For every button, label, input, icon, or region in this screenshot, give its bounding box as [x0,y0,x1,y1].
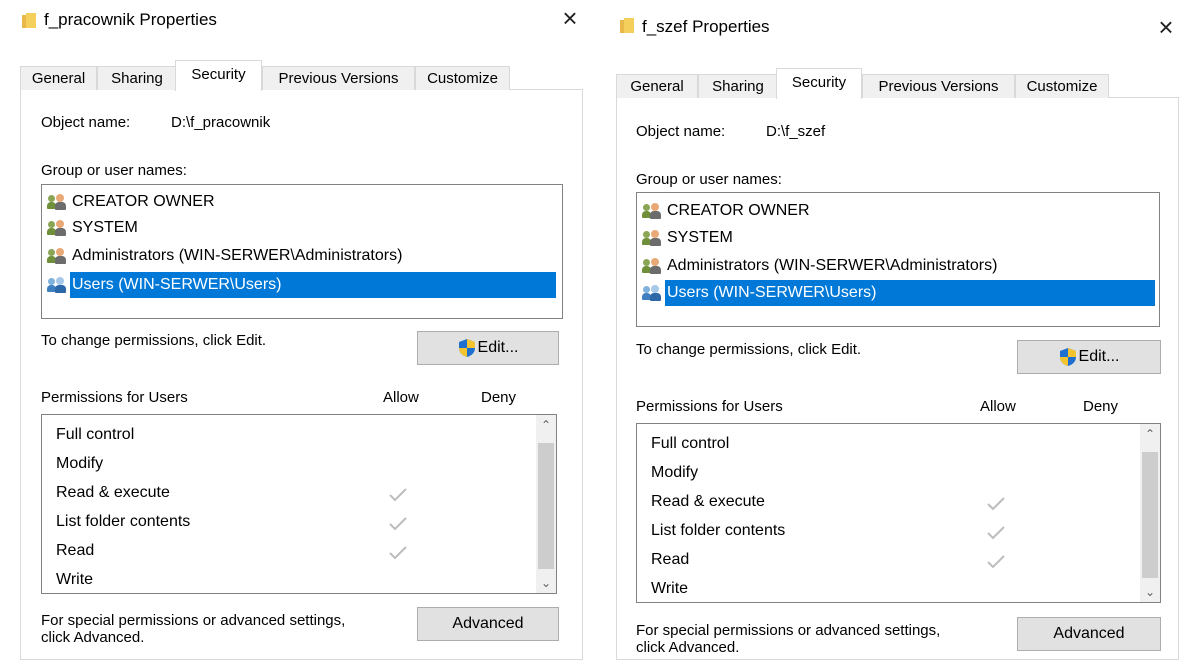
user-item-creator-owner[interactable]: CREATOR OWNER [642,198,1153,224]
tab-security[interactable]: Security [776,68,862,99]
permissions-for-label: Permissions for Users [636,398,783,415]
allow-column-header: Allow [383,389,419,406]
title-bar: f_szef Properties × [598,0,1181,42]
scrollbar-thumb[interactable] [538,443,554,569]
users-icon [47,248,70,264]
users-icon [642,203,665,219]
user-item-creator-owner[interactable]: CREATOR OWNER [47,189,558,215]
permission-list-folder-contents: List folder contents [651,522,786,539]
tab-general[interactable]: General [20,66,97,90]
object-name-value: D:\f_pracownik [171,114,271,131]
tab-sharing[interactable]: Sharing [97,66,177,90]
permission-read: Read [651,551,690,568]
tab-security[interactable]: Security [175,60,262,91]
users-icon [642,258,665,274]
chevron-down-icon[interactable]: ⌄ [536,573,556,593]
edit-button[interactable]: Edit... [417,331,559,365]
tab-customize[interactable]: Customize [1015,74,1109,98]
user-item-users[interactable]: Users (WIN-SERWER\Users) [642,280,1159,306]
group-or-user-names-label: Group or user names: [41,162,187,179]
permission-write: Write [56,571,94,588]
chevron-down-icon[interactable]: ⌄ [1140,582,1160,602]
users-icon [47,194,70,210]
special-permissions-hint: For special permissions or advanced sett… [636,622,941,656]
user-list: CREATOR OWNER SYSTEM Administrators (WIN… [636,192,1160,327]
title-bar: f_pracownik Properties × [0,0,590,40]
permissions-scrollbar[interactable]: ⌃ ⌄ [536,415,556,593]
edit-button-label: Edit... [477,339,519,356]
tab-general[interactable]: General [616,74,698,98]
change-permissions-hint: To change permissions, click Edit. [41,332,267,349]
dialog-title: f_szef Properties [642,17,770,36]
permission-modify: Modify [651,464,699,481]
special-permissions-hint: For special permissions or advanced sett… [41,612,346,646]
allow-check-icon [987,526,1005,540]
close-icon[interactable]: × [1151,12,1181,42]
properties-dialog-f-szef: f_szef Properties × General Sharing Secu… [598,0,1181,660]
user-item-administrators[interactable]: Administrators (WIN-SERWER\Administrator… [47,243,558,269]
tab-previous-versions[interactable]: Previous Versions [862,74,1015,98]
advanced-button[interactable]: Advanced [417,607,559,641]
users-icon [642,230,665,246]
uac-shield-icon [1059,347,1076,366]
users-icon [47,277,70,293]
users-icon [642,285,665,301]
permission-full-control: Full control [56,426,135,443]
user-item-system[interactable]: SYSTEM [47,215,558,241]
folder-icon [620,18,634,33]
close-icon[interactable]: × [555,3,585,33]
permission-read-execute: Read & execute [56,484,170,501]
object-name-label: Object name: [41,114,131,131]
tab-customize[interactable]: Customize [415,66,510,90]
permissions-list: Full control Modify Read & execute List … [636,423,1161,603]
user-item-system[interactable]: SYSTEM [642,225,1153,251]
allow-check-icon [987,497,1005,511]
object-name-value: D:\f_szef [766,123,826,140]
allow-check-icon [987,555,1005,569]
allow-check-icon [389,488,407,502]
permission-modify: Modify [56,455,104,472]
edit-button[interactable]: Edit... [1017,340,1161,374]
user-list: CREATOR OWNER SYSTEM Administrators (WIN… [41,184,563,319]
permissions-for-label: Permissions for Users [41,389,188,406]
deny-column-header: Deny [481,389,517,406]
permission-read: Read [56,542,95,559]
user-item-administrators[interactable]: Administrators (WIN-SERWER\Administrator… [642,253,1153,279]
permissions-scrollbar[interactable]: ⌃ ⌄ [1140,424,1160,602]
allow-column-header: Allow [980,398,1016,415]
deny-column-header: Deny [1083,398,1119,415]
edit-button-label: Edit... [1078,348,1120,365]
permission-full-control: Full control [651,435,730,452]
allow-check-icon [389,546,407,560]
dialog-title: f_pracownik Properties [44,10,217,29]
object-name-label: Object name: [636,123,726,140]
permission-list-folder-contents: List folder contents [56,513,191,530]
users-icon [47,220,70,236]
chevron-up-icon[interactable]: ⌃ [1140,424,1160,444]
tab-previous-versions[interactable]: Previous Versions [262,66,415,90]
permission-read-execute: Read & execute [651,493,765,510]
permission-write: Write [651,580,689,597]
group-or-user-names-label: Group or user names: [636,171,782,188]
properties-dialog-f-pracownik: f_pracownik Properties × General Sharing… [0,0,590,660]
allow-check-icon [389,517,407,531]
uac-shield-icon [458,338,475,357]
advanced-button[interactable]: Advanced [1017,617,1161,651]
tab-sharing[interactable]: Sharing [698,74,778,98]
user-item-users[interactable]: Users (WIN-SERWER\Users) [47,272,558,298]
folder-icon [22,13,36,28]
permissions-list: Full control Modify Read & execute List … [41,414,557,594]
change-permissions-hint: To change permissions, click Edit. [636,341,862,358]
scrollbar-thumb[interactable] [1142,452,1158,578]
chevron-up-icon[interactable]: ⌃ [536,415,556,435]
